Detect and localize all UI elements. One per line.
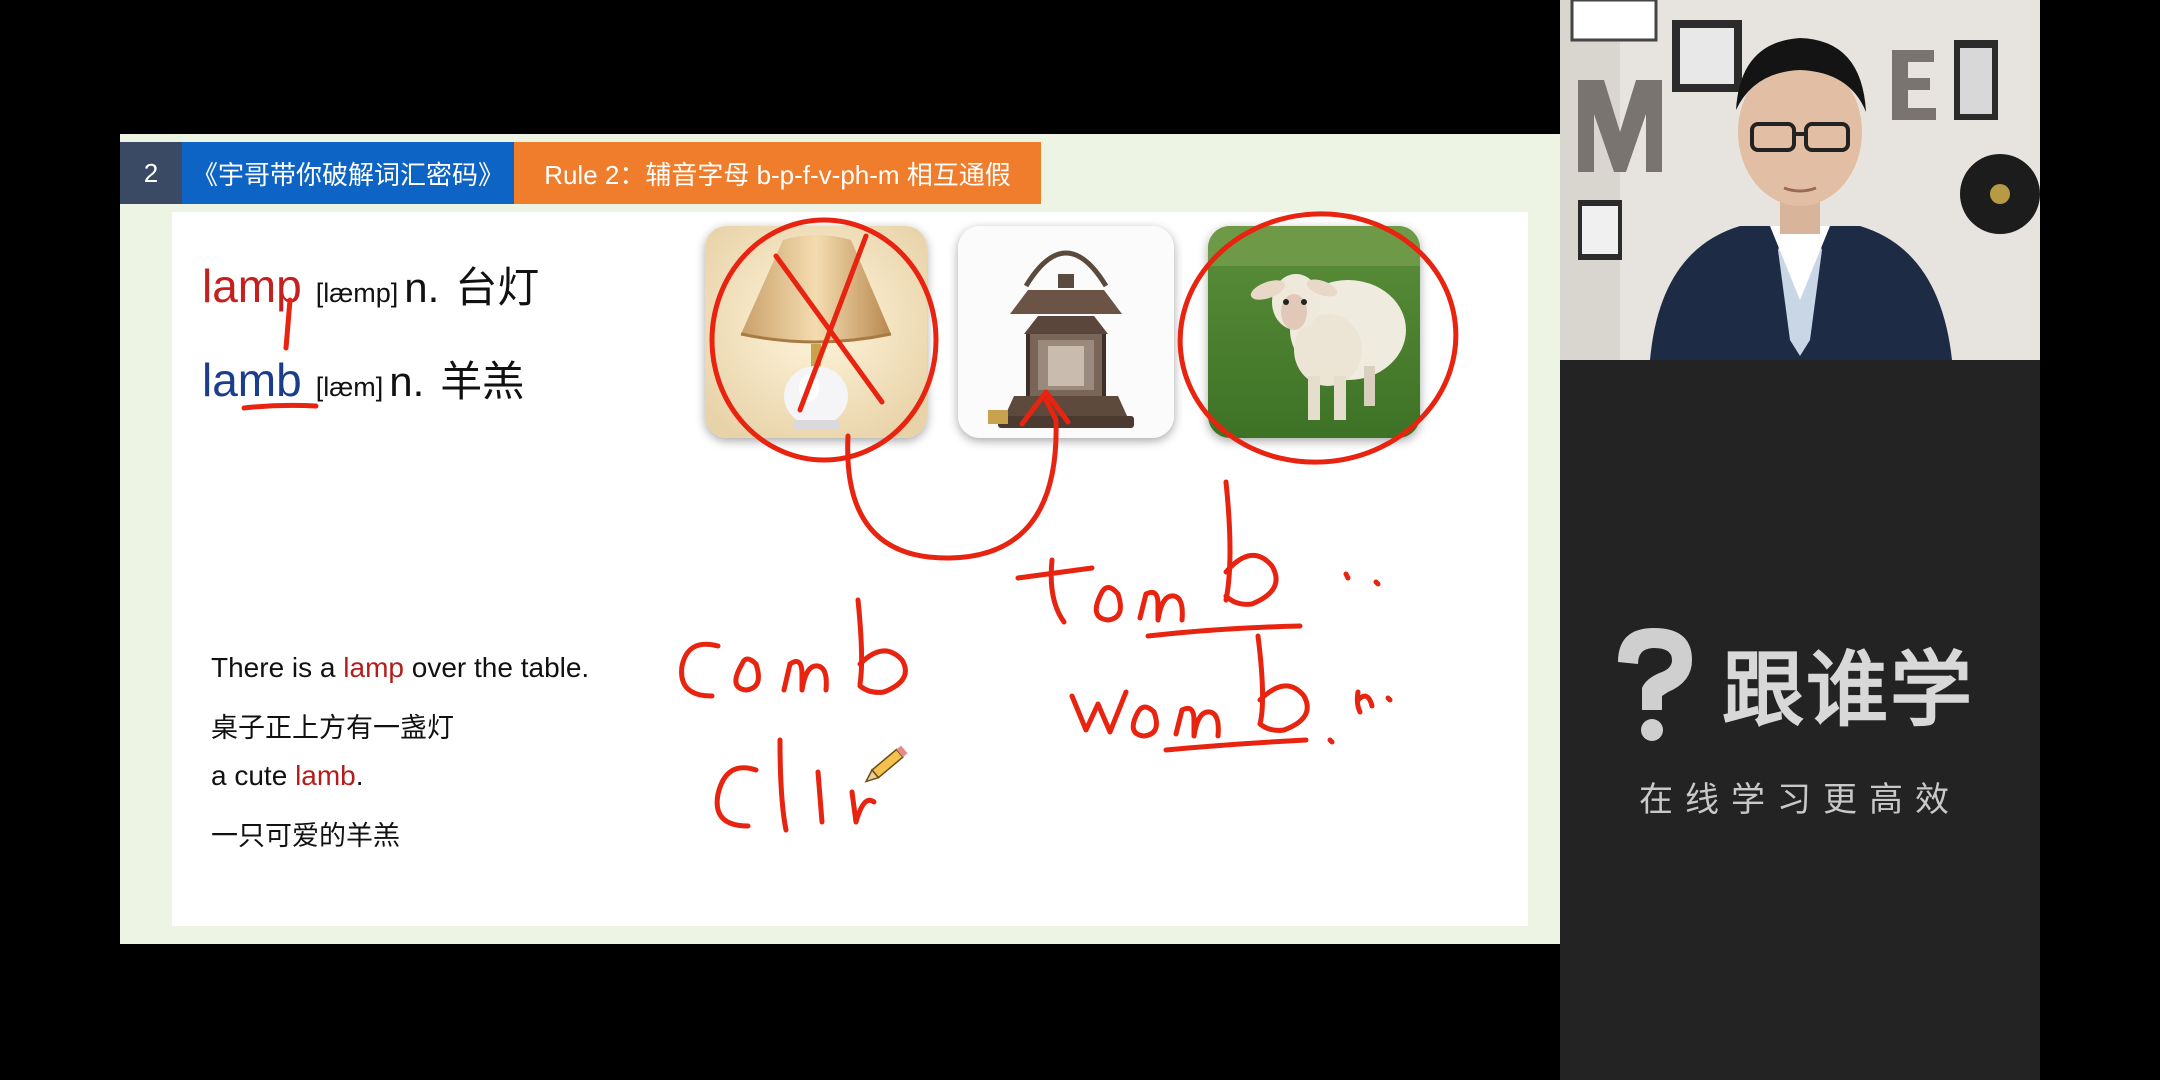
underline-tomb-mb bbox=[1145, 623, 1303, 639]
handwriting-clim bbox=[714, 737, 877, 833]
underline-lamp-p-stroke bbox=[283, 297, 293, 351]
brand-slogan: 在线学习更高效 bbox=[1639, 780, 1961, 820]
teacher-video-icon bbox=[1560, 0, 2040, 360]
webcam-feed bbox=[1560, 0, 2040, 360]
underline-lamb-b bbox=[241, 402, 319, 411]
question-mark-logo-icon bbox=[1618, 628, 1692, 741]
arrow-head bbox=[1019, 389, 1071, 427]
pencil-icon bbox=[864, 745, 908, 783]
handwriting-tomb bbox=[1015, 479, 1381, 625]
cross-out-lamp-2 bbox=[797, 233, 869, 413]
brand-logo: 跟谁学 bbox=[1604, 622, 1974, 742]
underline-womb-mb bbox=[1163, 737, 1309, 753]
handwriting-overlay bbox=[241, 211, 1459, 833]
circle-sheep bbox=[1177, 211, 1459, 465]
handwriting-womb bbox=[1069, 633, 1393, 745]
brand-name: 跟谁学 bbox=[1722, 642, 1975, 738]
handwriting-comb bbox=[679, 597, 908, 699]
brand-panel: 跟谁学 在线学习更高效 bbox=[1560, 360, 2040, 1080]
